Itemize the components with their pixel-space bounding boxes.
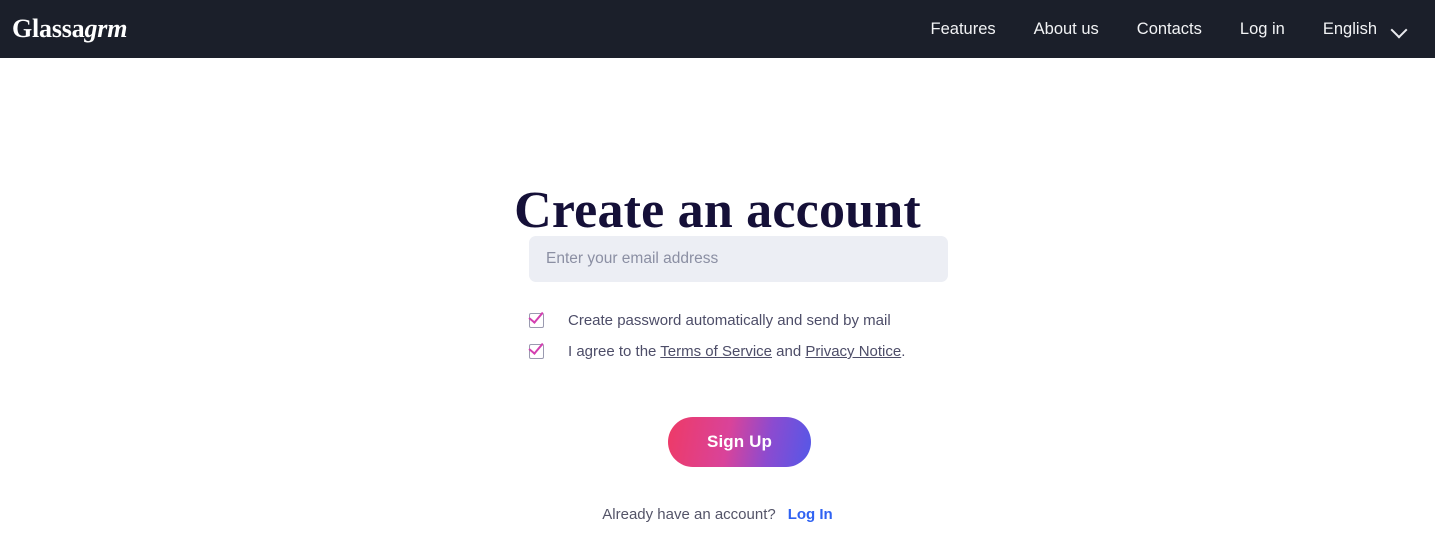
nav-item-log-in[interactable]: Log in xyxy=(1221,0,1304,58)
sign-up-button[interactable]: Sign Up xyxy=(668,417,811,467)
signup-options: Create password automatically and send b… xyxy=(528,308,989,372)
terms-prefix-text: I agree to the xyxy=(568,343,661,360)
language-selector-label: English xyxy=(1322,19,1377,38)
checkbox-auto-password[interactable] xyxy=(528,308,545,329)
language-selector[interactable]: English xyxy=(1304,20,1413,39)
option-terms-row: I agree to the Terms of Service and Priv… xyxy=(528,339,989,363)
privacy-notice-link[interactable]: Privacy Notice xyxy=(805,343,901,360)
brand-logo-secondary: grm xyxy=(84,14,128,43)
terms-middle-text: and xyxy=(772,343,806,360)
option-auto-password-row: Create password automatically and send b… xyxy=(528,308,989,332)
option-terms-label: I agree to the Terms of Service and Priv… xyxy=(568,341,905,363)
terms-of-service-link[interactable]: Terms of Service xyxy=(660,343,772,360)
nav-item-features[interactable]: Features xyxy=(912,0,1015,58)
site-header: Glassa grm Features About us Contacts Log… xyxy=(0,0,1435,58)
login-prompt: Already have an account? Log In xyxy=(0,506,1435,523)
signup-page: Create an account Create password automa… xyxy=(0,58,1435,538)
log-in-link[interactable]: Log In xyxy=(788,506,833,523)
checkbox-terms-agreement[interactable] xyxy=(528,339,545,360)
page-title: Create an account xyxy=(514,182,921,239)
brand-logo[interactable]: Glassa grm xyxy=(12,16,127,42)
chevron-down-icon xyxy=(1391,24,1407,34)
terms-suffix-text: . xyxy=(901,343,906,360)
brand-logo-primary: Glassa xyxy=(12,14,85,43)
login-prompt-text: Already have an account? xyxy=(602,506,776,523)
nav-item-about-us[interactable]: About us xyxy=(1015,0,1118,58)
nav-item-contacts[interactable]: Contacts xyxy=(1118,0,1221,58)
email-input[interactable] xyxy=(529,236,948,282)
option-auto-password-label: Create password automatically and send b… xyxy=(568,312,891,329)
main-navigation: Features About us Contacts Log in Englis… xyxy=(912,0,1413,58)
